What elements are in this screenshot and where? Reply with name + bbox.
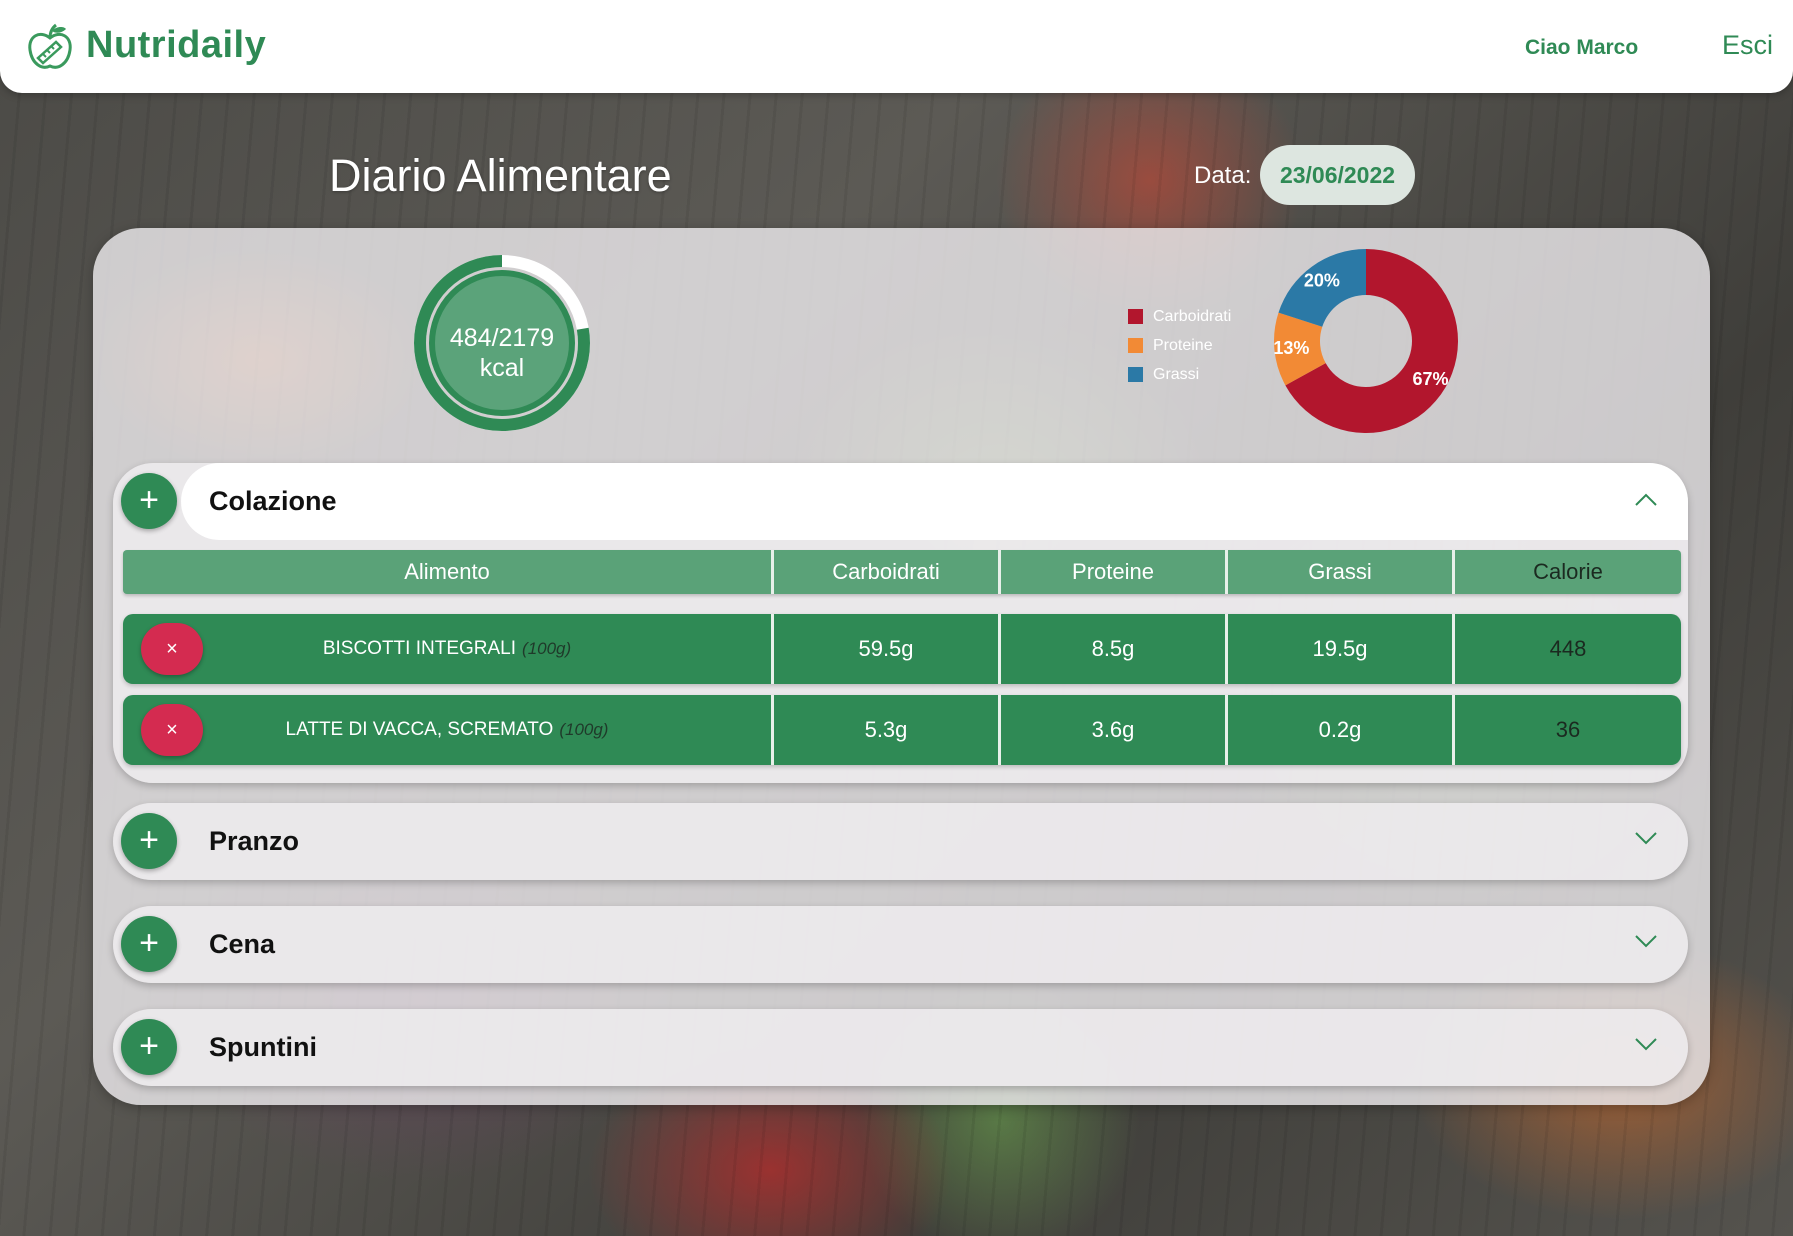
meal-section-colazione: + Colazione Alimento Carboidrati Protein…	[113, 463, 1688, 783]
page-title: Diario Alimentare	[329, 150, 672, 201]
chevron-down-icon[interactable]	[1634, 934, 1658, 950]
food-name: LATTE DI VACCA, SCREMATO	[285, 719, 554, 740]
calories-cell: 36	[1555, 717, 1581, 742]
meal-header-cena[interactable]: + Cena	[113, 906, 1688, 983]
food-quantity: (100g)	[522, 639, 572, 658]
legend-swatch	[1128, 367, 1143, 382]
meal-title: Cena	[209, 929, 276, 959]
meal-header-pranzo[interactable]: + Pranzo	[113, 803, 1688, 880]
brand-name[interactable]: Nutridaily	[86, 24, 266, 67]
fat-cell: 0.2g	[1228, 695, 1455, 765]
carbs-cell: 59.5g	[774, 614, 1001, 684]
legend-label: Proteine	[1153, 336, 1213, 354]
food-cell: × BISCOTTI INTEGRALI (100g)	[123, 614, 774, 684]
chevron-down-icon[interactable]	[1634, 831, 1658, 847]
calories-cell: 448	[1549, 636, 1587, 661]
carbs-cell: 5.3g	[774, 695, 1001, 765]
user-greeting: Ciao Marco	[1525, 36, 1639, 59]
chevron-down-icon[interactable]	[1634, 1037, 1658, 1053]
meal-section-cena[interactable]: + Cena	[113, 906, 1688, 983]
delete-food-button[interactable]: ×	[141, 623, 203, 675]
add-food-button-pranzo[interactable]: +	[121, 813, 177, 869]
meal-title: Colazione	[209, 486, 337, 516]
meal-title: Pranzo	[209, 826, 300, 856]
macro-donut-chart: 67% 13% 20%	[1273, 249, 1458, 433]
add-food-button-colazione[interactable]: +	[121, 473, 177, 529]
meal-section-pranzo[interactable]: + Pranzo	[113, 803, 1688, 880]
calorie-summary: 484/2179 kcal	[411, 323, 593, 383]
add-food-button-spuntini[interactable]: +	[121, 1019, 177, 1075]
fat-cell: 19.5g	[1228, 614, 1455, 684]
legend-label: Grassi	[1153, 365, 1200, 383]
top-navbar: Nutridaily Ciao Marco Esci	[0, 0, 1793, 93]
column-header-protein: Proteine	[1001, 550, 1228, 594]
chevron-up-icon[interactable]	[1634, 491, 1658, 507]
column-header-fat: Grassi	[1228, 550, 1455, 594]
donut-value-label: 20%	[1304, 270, 1340, 290]
meal-header-spuntini[interactable]: + Spuntini	[113, 1009, 1688, 1086]
meal-title: Spuntini	[209, 1032, 317, 1062]
food-cell: × LATTE DI VACCA, SCREMATO (100g)	[123, 695, 774, 765]
legend-item: Proteine	[1128, 331, 1231, 360]
date-picker[interactable]: 23/06/2022	[1260, 145, 1415, 205]
protein-cell: 8.5g	[1001, 614, 1228, 684]
donut-value-label: 13%	[1273, 338, 1309, 358]
legend-item: Grassi	[1128, 360, 1231, 389]
legend-item: Carboidrati	[1128, 302, 1231, 331]
meal-section-spuntini[interactable]: + Spuntini	[113, 1009, 1688, 1086]
legend-swatch	[1128, 309, 1143, 324]
protein-cell: 3.6g	[1001, 695, 1228, 765]
date-label: Data:	[1194, 162, 1252, 189]
calorie-unit: kcal	[479, 354, 525, 382]
calorie-count: 484/2179	[449, 324, 555, 352]
food-quantity: (100g)	[559, 720, 609, 739]
add-food-button-cena[interactable]: +	[121, 916, 177, 972]
legend-swatch	[1128, 338, 1143, 353]
diary-panel: 484/2179 kcal Carboidrati Proteine Grassi …	[93, 228, 1710, 1105]
delete-food-button[interactable]: ×	[141, 704, 203, 756]
donut-value-label: 67%	[1413, 369, 1449, 389]
column-header-calories: Calorie	[1533, 559, 1603, 584]
legend-label: Carboidrati	[1153, 307, 1232, 325]
column-header-carbs: Carboidrati	[774, 550, 1001, 594]
apple-logo-icon	[28, 23, 72, 69]
logout-link[interactable]: Esci	[1722, 30, 1773, 61]
food-name: BISCOTTI INTEGRALI	[322, 638, 517, 659]
column-header-food: Alimento	[123, 550, 774, 594]
table-row: × BISCOTTI INTEGRALI (100g) 59.5g 8.5g 1…	[123, 614, 1681, 684]
food-table: Alimento Carboidrati Proteine Grassi Cal…	[123, 550, 1681, 775]
table-header: Alimento Carboidrati Proteine Grassi Cal…	[123, 550, 1681, 594]
meal-header-colazione[interactable]: + Colazione	[113, 463, 1688, 540]
macro-legend: Carboidrati Proteine Grassi	[1128, 302, 1231, 389]
table-row: × LATTE DI VACCA, SCREMATO (100g) 5.3g 3…	[123, 695, 1681, 765]
